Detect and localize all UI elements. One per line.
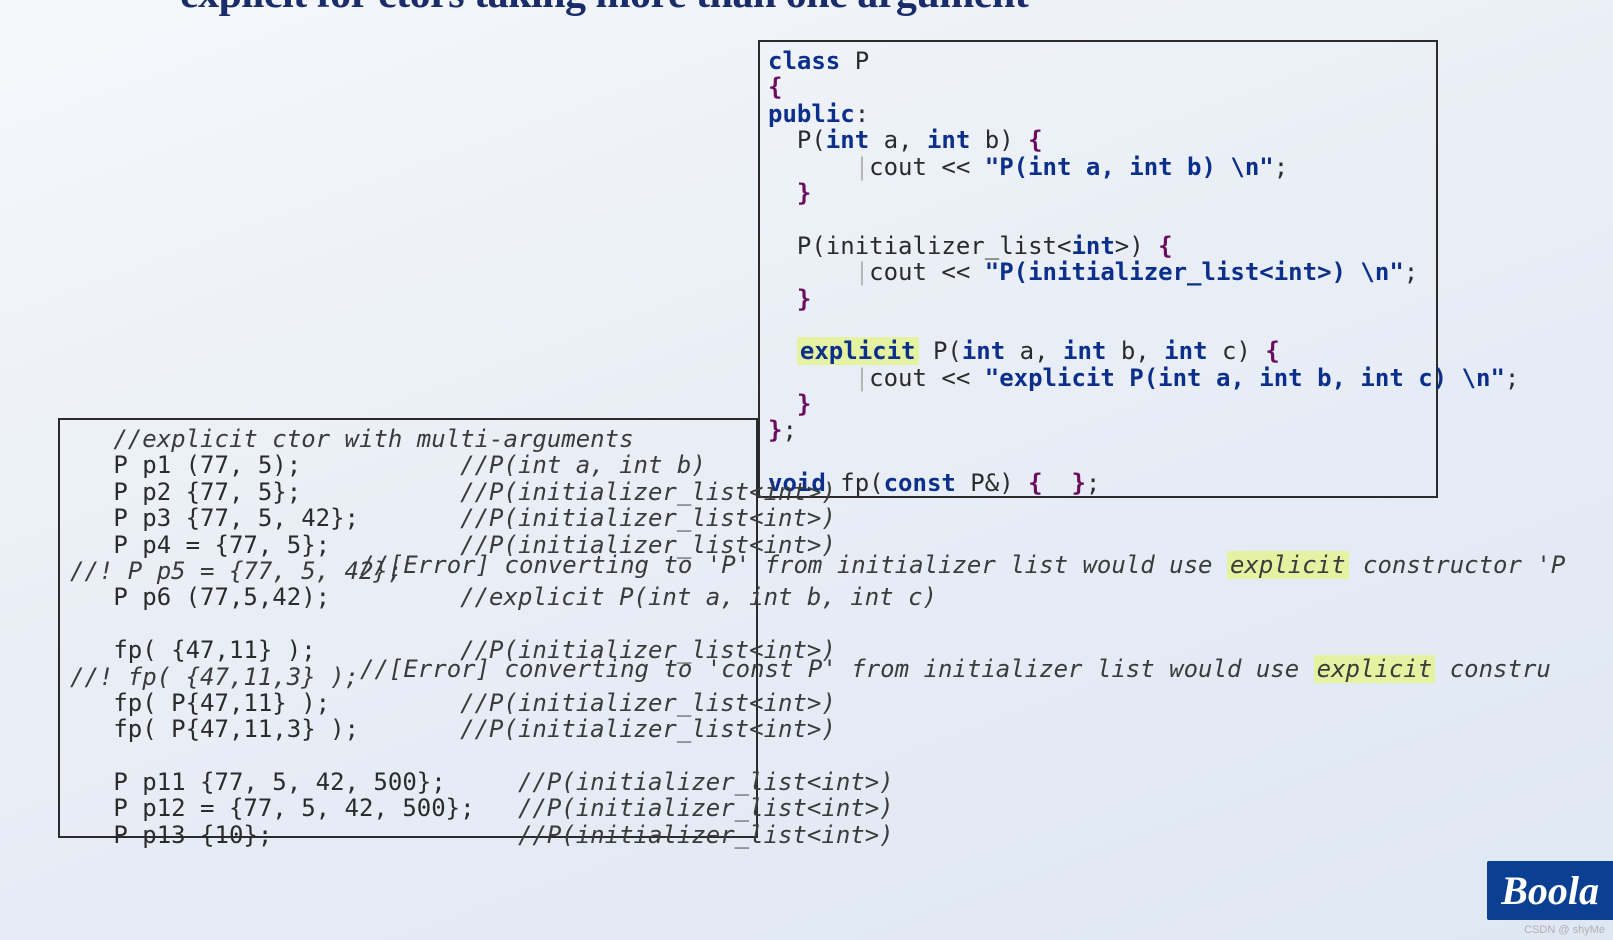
- watermark-small: CSDN @ shyMe: [1524, 924, 1605, 936]
- overflow-error-comment: //[Error] converting to 'P' from initial…: [360, 551, 1565, 579]
- brand-watermark: Boola: [1487, 861, 1613, 920]
- code-bottom: //explicit ctor with multi-arguments P p…: [70, 426, 746, 848]
- code-box-usage: //explicit ctor with multi-arguments P p…: [58, 418, 758, 838]
- slide-title-fragment: explicit for ctors taking more than one …: [180, 0, 1028, 18]
- code-box-class-definition: class P { public: P(int a, int b) { |cou…: [758, 40, 1438, 498]
- overflow-error-comment: //[Error] converting to 'const P' from i…: [360, 655, 1551, 683]
- code-top: class P { public: P(int a, int b) { |cou…: [768, 48, 1428, 497]
